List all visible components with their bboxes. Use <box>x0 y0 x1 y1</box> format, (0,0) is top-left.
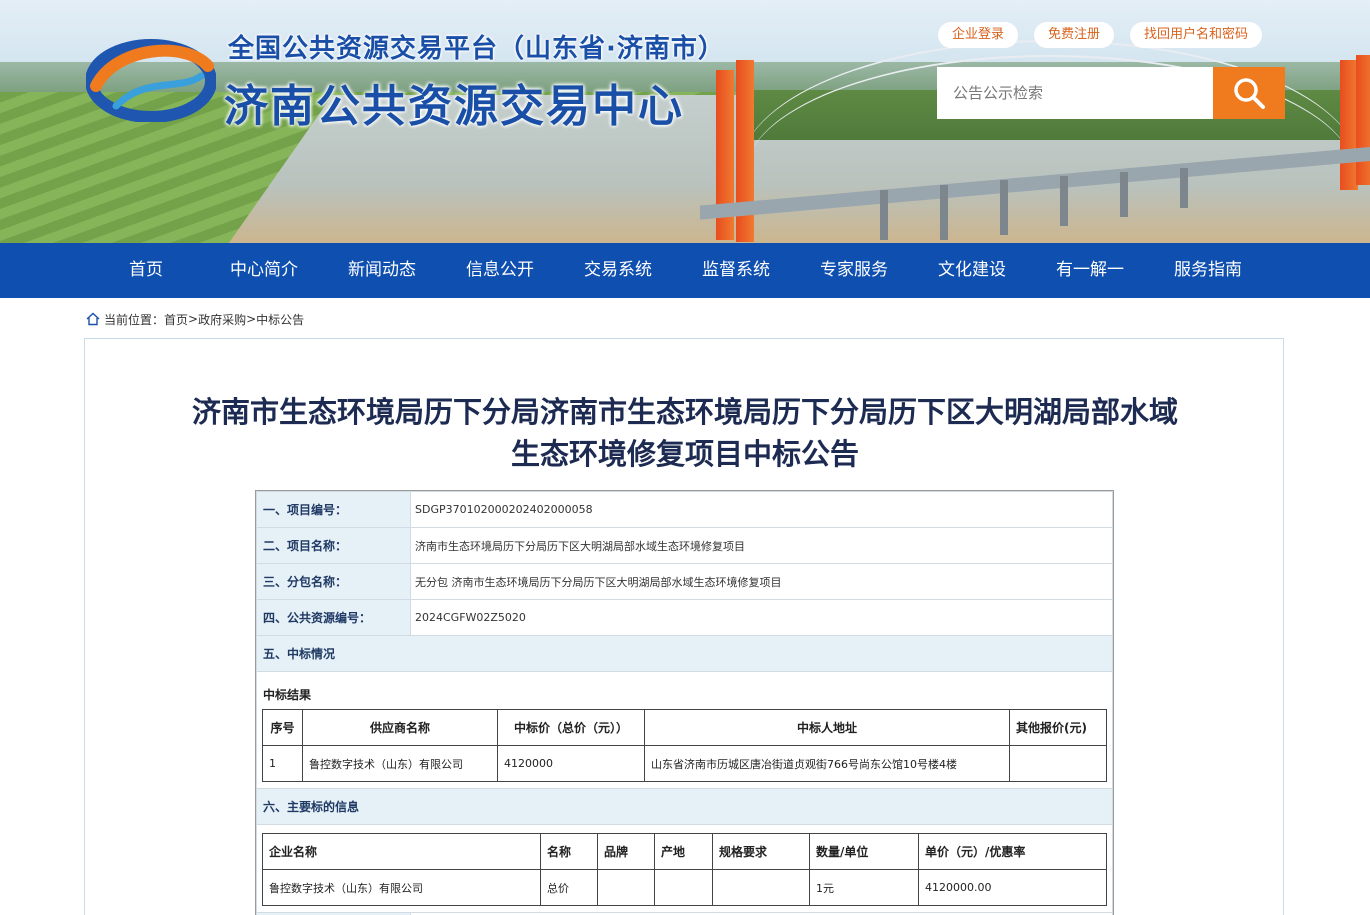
breadcrumb-procurement[interactable]: 政府采购 <box>198 311 246 328</box>
main-nav: 首页 中心简介 新闻动态 信息公开 交易系统 监督系统 专家服务 文化建设 有一… <box>0 243 1370 298</box>
nav-item-disclosure[interactable]: 信息公开 <box>441 243 559 298</box>
table-header-row: 企业名称 名称 品牌 产地 规格要求 数量/单位 单价（元）/优惠率 <box>262 833 1107 870</box>
nav-item-guide[interactable]: 服务指南 <box>1149 243 1267 298</box>
items-cell: 企业名称 名称 品牌 产地 规格要求 数量/单位 单价（元）/优惠率 鲁控数字技… <box>256 824 1113 913</box>
nav-item-supervision[interactable]: 监督系统 <box>677 243 795 298</box>
column-header: 其他报价(元) <box>1009 709 1107 746</box>
site-title: 济南公共资源交易中心 <box>224 81 684 132</box>
bridge-pier <box>880 190 888 240</box>
nav-item-trading[interactable]: 交易系统 <box>559 243 677 298</box>
search-bar <box>937 67 1285 119</box>
bridge-pier <box>940 185 948 240</box>
nav-item-about[interactable]: 中心简介 <box>205 243 323 298</box>
column-header: 中标价（总价（元）） <box>497 709 645 746</box>
table-cell-name: 总价 <box>540 869 598 906</box>
column-header: 单价（元）/优惠率 <box>918 833 1107 870</box>
article-container: 济南市生态环境局历下分局济南市生态环境局历下分局历下区大明湖局部水域 生态环境修… <box>84 338 1284 915</box>
field-label-project-number: 一、项目编号： <box>256 491 411 528</box>
nav-item-news[interactable]: 新闻动态 <box>323 243 441 298</box>
section-heading-items: 六、主要标的信息 <box>256 788 1113 825</box>
column-header: 序号 <box>262 709 303 746</box>
field-row: 一、项目编号： SDGP370102000202402000058 <box>256 491 1113 528</box>
award-result-table: 序号 供应商名称 中标价（总价（元）） 中标人地址 其他报价(元) 1 鲁控数字… <box>262 709 1107 782</box>
breadcrumb-prefix: 当前位置： <box>104 312 165 327</box>
field-label-package-name: 三、分包名称： <box>256 563 411 600</box>
award-notice-table: 一、项目编号： SDGP370102000202402000058 二、项目名称… <box>256 491 1113 915</box>
bridge-pier <box>1120 172 1128 217</box>
breadcrumb-separator: > <box>246 312 257 326</box>
column-header: 供应商名称 <box>302 709 498 746</box>
article-title-line1: 济南市生态环境局历下分局济南市生态环境局历下分局历下区大明湖局部水域 <box>191 395 1178 429</box>
field-value-project-name: 济南市生态环境局历下分局历下区大明湖局部水域生态环境修复项目 <box>410 527 1113 564</box>
section-body-row: 中标结果 序号 供应商名称 中标价（总价（元）） 中标人地址 其他报价(元) 1… <box>256 671 1113 789</box>
top-links: 企业登录 免费注册 找回用户名和密码 <box>938 22 1263 48</box>
bridge-pier <box>1180 168 1188 208</box>
table-row: 鲁控数字技术（山东）有限公司 总价 1元 4120000.00 <box>262 869 1107 906</box>
nav-item-home[interactable]: 首页 <box>87 243 205 298</box>
nav-item-experts[interactable]: 专家服务 <box>795 243 913 298</box>
free-register-link[interactable]: 免费注册 <box>1034 22 1115 48</box>
field-value-resource-number: 2024CGFW02Z5020 <box>410 599 1113 636</box>
table-row: 1 鲁控数字技术（山东）有限公司 4120000 山东省济南市历城区唐冶街道贞观… <box>262 745 1107 782</box>
field-value-package-name: 无分包 济南市生态环境局历下分局历下区大明湖局部水域生态环境修复项目 <box>410 563 1113 600</box>
table-cell-no: 1 <box>262 745 303 782</box>
breadcrumb-award-notice[interactable]: 中标公告 <box>256 311 304 328</box>
section-body-row: 企业名称 名称 品牌 产地 规格要求 数量/单位 单价（元）/优惠率 鲁控数字技… <box>256 824 1113 913</box>
field-value-project-number: SDGP370102000202402000058 <box>410 491 1113 528</box>
award-result-title: 中标结果 <box>263 688 312 702</box>
column-header: 品牌 <box>597 833 655 870</box>
table-cell-unit-price: 4120000.00 <box>918 869 1107 906</box>
bridge-pier <box>1000 180 1008 235</box>
search-button[interactable] <box>1213 67 1285 119</box>
field-row: 三、分包名称： 无分包 济南市生态环境局历下分局历下区大明湖局部水域生态环境修复… <box>256 563 1113 600</box>
recover-account-link[interactable]: 找回用户名和密码 <box>1130 22 1263 48</box>
breadcrumb-separator: > <box>188 312 199 326</box>
section-heading-award: 五、中标情况 <box>256 635 1113 672</box>
column-header: 企业名称 <box>262 833 541 870</box>
table-cell-origin <box>654 869 713 906</box>
table-cell-supplier: 鲁控数字技术（山东）有限公司 <box>302 745 498 782</box>
search-icon <box>1234 78 1265 109</box>
field-row: 二、项目名称： 济南市生态环境局历下分局历下区大明湖局部水域生态环境修复项目 <box>256 527 1113 564</box>
enterprise-login-link[interactable]: 企业登录 <box>938 22 1019 48</box>
section-row: 五、中标情况 <box>256 635 1113 672</box>
column-header: 规格要求 <box>712 833 810 870</box>
header-banner: 全国公共资源交易平台（山东省·济南市） 济南公共资源交易中心 企业登录 免费注册… <box>0 0 1370 243</box>
nav-item-solve[interactable]: 有一解一 <box>1031 243 1149 298</box>
section-row: 六、主要标的信息 <box>256 788 1113 825</box>
column-header: 产地 <box>654 833 713 870</box>
home-icon <box>86 312 100 326</box>
column-header: 名称 <box>540 833 598 870</box>
items-table: 企业名称 名称 品牌 产地 规格要求 数量/单位 单价（元）/优惠率 鲁控数字技… <box>262 833 1107 906</box>
table-cell-spec <box>712 869 810 906</box>
table-cell-brand <box>597 869 655 906</box>
table-cell-price: 4120000 <box>497 745 645 782</box>
field-row: 四、公共资源编号： 2024CGFW02Z5020 <box>256 599 1113 636</box>
field-label-resource-number: 四、公共资源编号： <box>256 599 411 636</box>
table-cell-other-price <box>1009 745 1107 782</box>
breadcrumb: 当前位置： 首页 > 政府采购 > 中标公告 <box>86 310 304 328</box>
breadcrumb-home[interactable]: 首页 <box>164 311 188 328</box>
article-title: 济南市生态环境局历下分局济南市生态环境局历下分局历下区大明湖局部水域 生态环境修… <box>85 391 1285 475</box>
field-label-project-name: 二、项目名称： <box>256 527 411 564</box>
award-result-cell: 中标结果 序号 供应商名称 中标价（总价（元）） 中标人地址 其他报价(元) 1… <box>256 671 1113 789</box>
article-title-line2: 生态环境修复项目中标公告 <box>510 437 859 471</box>
table-cell-address: 山东省济南市历城区唐冶街道贞观街766号尚东公馆10号楼4楼 <box>644 745 1010 782</box>
nav-item-culture[interactable]: 文化建设 <box>913 243 1031 298</box>
award-notice-document: 一、项目编号： SDGP370102000202402000058 二、项目名称… <box>255 490 1114 915</box>
table-cell-quantity: 1元 <box>809 869 919 906</box>
bridge-pylon <box>1356 55 1370 185</box>
table-header-row: 序号 供应商名称 中标价（总价（元）） 中标人地址 其他报价(元) <box>262 709 1107 746</box>
column-header: 中标人地址 <box>644 709 1010 746</box>
column-header: 数量/单位 <box>809 833 919 870</box>
search-input[interactable] <box>937 67 1213 119</box>
bridge-pier <box>1060 176 1068 226</box>
table-cell-company: 鲁控数字技术（山东）有限公司 <box>262 869 541 906</box>
platform-subtitle: 全国公共资源交易平台（山东省·济南市） <box>228 34 725 64</box>
center-logo <box>86 39 216 122</box>
